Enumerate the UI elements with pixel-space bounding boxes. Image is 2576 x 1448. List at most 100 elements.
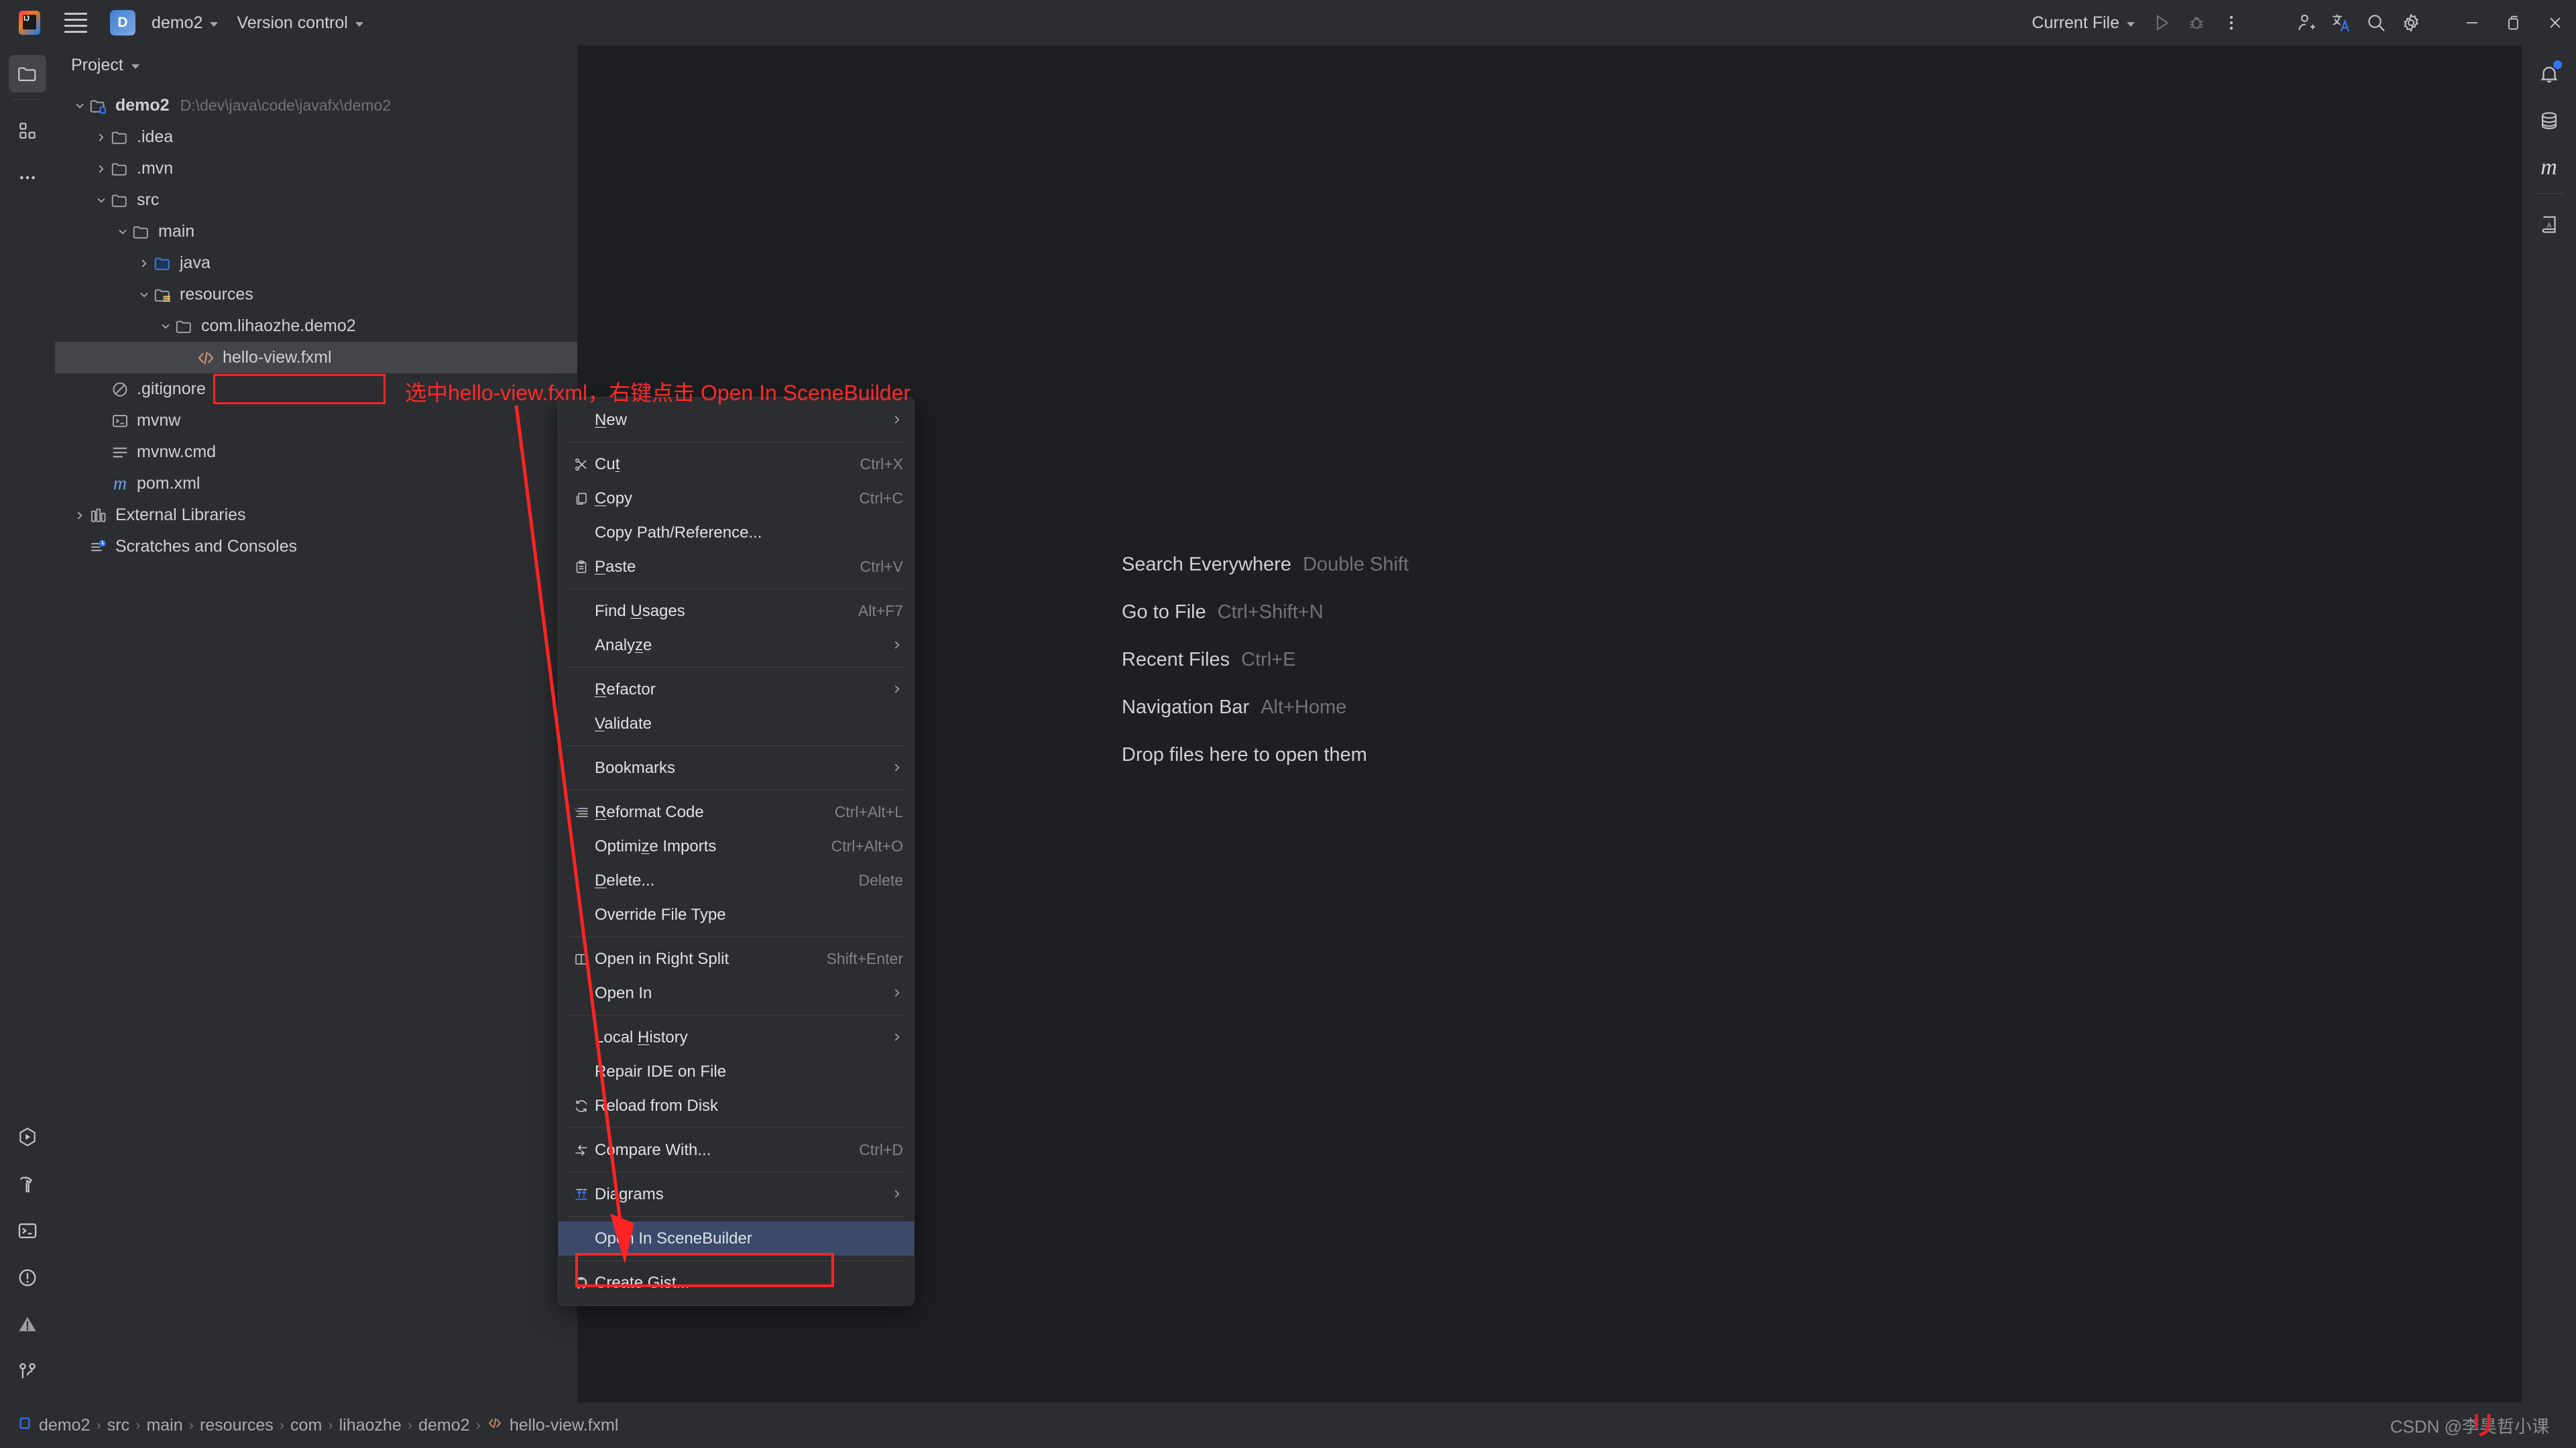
tree-item-scratches-and-consoles[interactable]: Scratches and Consoles xyxy=(55,531,577,562)
sidebar-item-problems[interactable] xyxy=(9,1259,46,1296)
menu-item-refactor[interactable]: Refactor xyxy=(559,672,914,707)
sidebar-item-project[interactable] xyxy=(9,55,46,93)
tree-item-com-lihaozhe-demo2[interactable]: com.lihaozhe.demo2 xyxy=(55,310,577,342)
breadcrumb-label: demo2 xyxy=(418,1415,470,1435)
menu-item-optimize-imports[interactable]: Optimize Imports Ctrl+Alt+O xyxy=(559,829,914,863)
breadcrumb-item[interactable]: lihaozhe xyxy=(339,1416,402,1435)
chevron-down-icon xyxy=(355,21,363,27)
tree-item-demo2[interactable]: demo2 D:\dev\java\code\javafx\demo2 xyxy=(55,90,577,121)
settings-gear-icon[interactable] xyxy=(2394,5,2428,40)
menu-item-delete[interactable]: Delete... Delete xyxy=(559,863,914,898)
maximize-restore-icon[interactable] xyxy=(2493,0,2534,46)
breadcrumb-item[interactable]: demo2 xyxy=(418,1416,469,1435)
breadcrumb-item[interactable]: src xyxy=(107,1416,129,1435)
menu-item-override-file-type[interactable]: Override File Type xyxy=(559,898,914,932)
tree-item-main[interactable]: main xyxy=(55,216,577,247)
breadcrumb-item[interactable]: main xyxy=(146,1416,182,1435)
menu-item-copy[interactable]: Copy Ctrl+C xyxy=(559,481,914,516)
chevron-right-icon[interactable] xyxy=(93,163,110,175)
sidebar-item-version-control[interactable] xyxy=(9,1353,46,1390)
folder-icon xyxy=(110,127,130,147)
menu-separator xyxy=(567,667,906,668)
version-control-label: Version control xyxy=(237,13,348,32)
menu-item-open-in[interactable]: Open In xyxy=(559,976,914,1010)
version-control-dropdown[interactable]: Version control xyxy=(227,9,372,37)
menu-item-validate[interactable]: Validate xyxy=(559,707,914,741)
menu-item-new[interactable]: New xyxy=(559,403,914,437)
menu-item-analyze[interactable]: Analyze xyxy=(559,628,914,662)
tree-item-java[interactable]: java xyxy=(55,247,577,279)
left-tool-rail xyxy=(0,46,55,1402)
tree-item--idea[interactable]: .idea xyxy=(55,121,577,153)
menu-item-shortcut: Ctrl+C xyxy=(859,489,903,507)
breadcrumb-item[interactable]: resources xyxy=(200,1416,274,1435)
menu-item-open-in-right-split[interactable]: Open in Right Split Shift+Enter xyxy=(559,942,914,976)
menu-item-reload-from-disk[interactable]: Reload from Disk xyxy=(559,1089,914,1123)
tree-item-external-libraries[interactable]: External Libraries xyxy=(55,499,577,531)
chevron-right-icon[interactable] xyxy=(93,131,110,143)
menu-item-repair-ide-on-file[interactable]: Repair IDE on File xyxy=(559,1054,914,1089)
run-icon[interactable] xyxy=(2144,5,2179,40)
menu-item-find-usages[interactable]: Find Usages Alt+F7 xyxy=(559,594,914,628)
hamburger-menu-icon[interactable] xyxy=(64,13,87,33)
editor-hint-label: Recent Files xyxy=(1122,649,1230,670)
search-icon[interactable] xyxy=(2359,5,2394,40)
chevron-right-icon[interactable] xyxy=(71,509,89,522)
project-panel-header[interactable]: Project xyxy=(55,46,577,84)
sidebar-item-more[interactable] xyxy=(9,159,46,196)
chevron-down-icon[interactable] xyxy=(71,100,89,112)
editor-hint-shortcut: Ctrl+Shift+N xyxy=(1217,601,1324,623)
breadcrumb-separator: › xyxy=(96,1416,101,1433)
sidebar-item-warnings[interactable] xyxy=(9,1306,46,1343)
menu-item-shortcut: Ctrl+V xyxy=(860,558,903,575)
chevron-down-icon[interactable] xyxy=(135,289,153,301)
chevron-down-icon[interactable] xyxy=(93,194,110,206)
chevron-right-icon xyxy=(891,413,903,427)
sidebar-item-maven[interactable]: m xyxy=(2530,149,2568,186)
menu-item-cut[interactable]: Cut Ctrl+X xyxy=(559,447,914,481)
close-icon[interactable] xyxy=(2534,0,2576,46)
tree-item-pom-xml[interactable]: m pom.xml xyxy=(55,468,577,499)
breadcrumb-item[interactable]: hello-view.fxml xyxy=(487,1415,618,1436)
sidebar-item-terminal[interactable] xyxy=(9,1212,46,1250)
menu-item-reformat-code[interactable]: Reformat Code Ctrl+Alt+L xyxy=(559,795,914,829)
menu-item-label: Validate xyxy=(595,714,652,733)
menu-item-compare-with[interactable]: Compare With... Ctrl+D xyxy=(559,1133,914,1167)
project-name-dropdown[interactable]: demo2 xyxy=(142,9,227,37)
sidebar-item-commit[interactable] xyxy=(9,112,46,149)
project-name-label: demo2 xyxy=(152,13,203,32)
sidebar-item-dictionary[interactable]: A xyxy=(2530,206,2568,243)
sidebar-item-notifications[interactable] xyxy=(2530,55,2568,93)
chevron-right-icon[interactable] xyxy=(135,257,153,269)
tree-item--mvn[interactable]: .mvn xyxy=(55,153,577,184)
annotation-box-menu-item xyxy=(575,1253,834,1287)
tree-item-src[interactable]: src xyxy=(55,184,577,216)
menu-item-bookmarks[interactable]: Bookmarks xyxy=(559,751,914,785)
chevron-down-icon[interactable] xyxy=(157,320,174,333)
menu-separator xyxy=(567,745,906,746)
breadcrumb-item[interactable]: demo2 xyxy=(17,1416,90,1435)
menu-item-local-history[interactable]: Local History xyxy=(559,1020,914,1054)
menu-item-open-in-scenebuilder[interactable]: Open In SceneBuilder xyxy=(559,1221,914,1256)
breadcrumb-item[interactable]: com xyxy=(290,1416,322,1435)
menu-item-label: Open In SceneBuilder xyxy=(595,1229,752,1248)
menu-item-diagrams[interactable]: Diagrams xyxy=(559,1177,914,1211)
menu-item-copy-path-reference[interactable]: Copy Path/Reference... xyxy=(559,516,914,550)
tree-item-mvnw-cmd[interactable]: mvnw.cmd xyxy=(55,436,577,468)
sidebar-item-database[interactable] xyxy=(2530,102,2568,139)
menu-item-paste[interactable]: Paste Ctrl+V xyxy=(559,550,914,584)
tree-item-resources[interactable]: resources xyxy=(55,279,577,310)
sidebar-item-build[interactable] xyxy=(9,1165,46,1203)
minimize-icon[interactable] xyxy=(2451,0,2493,46)
run-configuration-dropdown[interactable]: Current File xyxy=(2022,9,2144,37)
sidebar-item-run[interactable] xyxy=(9,1118,46,1156)
tree-item-hello-view-fxml[interactable]: hello-view.fxml xyxy=(55,342,577,373)
translate-icon[interactable] xyxy=(2324,5,2359,40)
chevron-down-icon[interactable] xyxy=(114,226,131,238)
editor-hint-shortcut: Ctrl+E xyxy=(1241,649,1296,670)
tree-item-mvnw[interactable]: mvnw xyxy=(55,405,577,436)
add-user-icon[interactable] xyxy=(2289,5,2324,40)
debug-icon[interactable] xyxy=(2179,5,2214,40)
shell-script-icon xyxy=(110,411,130,431)
more-vertical-icon[interactable] xyxy=(2214,5,2249,40)
